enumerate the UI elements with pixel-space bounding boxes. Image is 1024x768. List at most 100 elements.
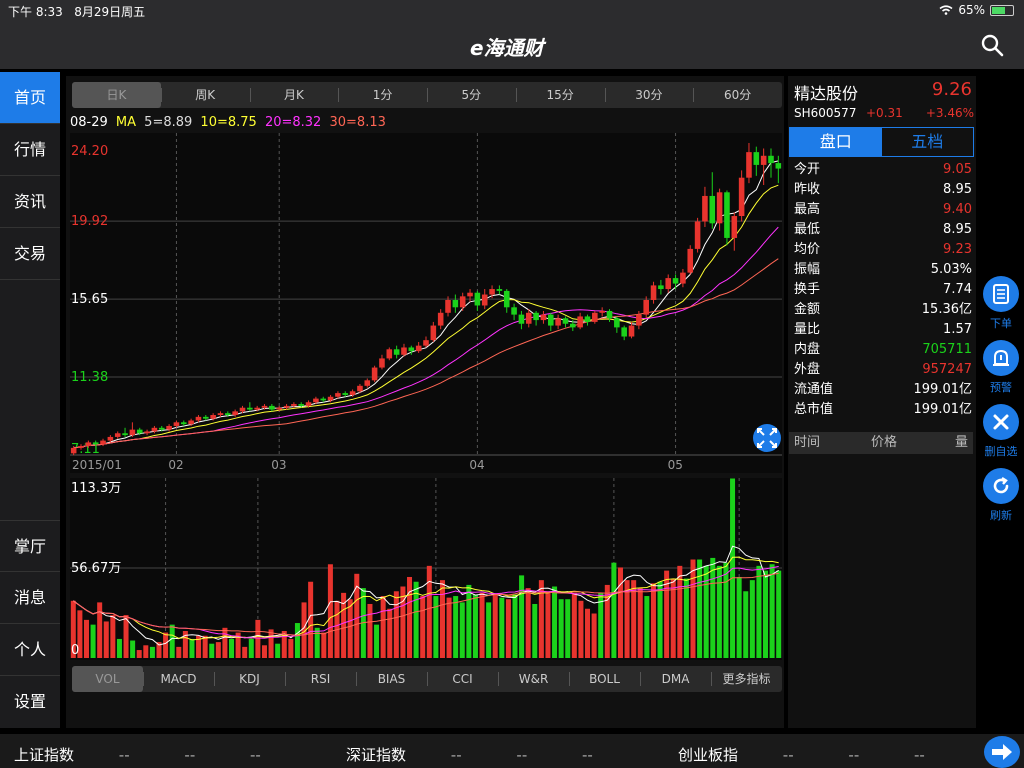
candle-body: [364, 380, 371, 386]
volume-bar: [169, 624, 175, 658]
quote-label: 最高: [794, 202, 821, 217]
quote-row: 振幅 5.03%: [794, 260, 972, 280]
ticker-sz[interactable]: 深证指数 -- -- --: [346, 744, 593, 765]
sidebar-item-trade[interactable]: 交易: [0, 228, 60, 280]
tab-week-k[interactable]: 周K: [160, 82, 250, 108]
tab-60min[interactable]: 60分: [693, 82, 782, 108]
tab-vol[interactable]: VOL: [72, 666, 143, 692]
candlestick-chart[interactable]: 2015/01020304050624.2019.9215.6511.387.1…: [70, 133, 782, 473]
status-time-text: 下午 8:33: [8, 5, 63, 19]
ma-legend: 08-29 MA 5=8.89 10=8.75 20=8.32 30=8.13: [70, 115, 390, 130]
y-tick-label: 15.65: [71, 292, 108, 307]
y-tick-label: 24.20: [71, 144, 108, 159]
quote-value: 705711: [922, 342, 972, 357]
quote-value: 9.40: [943, 202, 972, 217]
volume-bar: [202, 635, 208, 658]
vol-y-tick-label: 56.67万: [71, 561, 121, 576]
tab-month-k[interactable]: 月K: [249, 82, 339, 108]
candle-body: [393, 349, 400, 355]
candle-body: [151, 427, 158, 432]
volume-bar: [426, 565, 432, 658]
candle-body: [775, 163, 782, 169]
candle: [386, 347, 393, 361]
candle-body: [173, 422, 180, 426]
volume-bar: [756, 565, 762, 658]
tab-order-book[interactable]: 盘口: [790, 128, 882, 156]
ma20-value: 20=8.32: [264, 115, 322, 130]
tab-15min[interactable]: 15分: [515, 82, 605, 108]
sidebar-item-news[interactable]: 资讯: [0, 176, 60, 228]
candle-body: [269, 405, 275, 410]
ticker-cy[interactable]: 创业板指 -- -- --: [678, 744, 925, 765]
candle-body: [379, 358, 385, 368]
candle-body: [481, 294, 488, 306]
tab-30min[interactable]: 30分: [604, 82, 694, 108]
candle-body: [584, 316, 591, 322]
volume-bar: [683, 578, 689, 658]
tab-rsi[interactable]: RSI: [285, 666, 356, 692]
candle-body: [496, 289, 503, 291]
volume-bar: [255, 619, 261, 658]
ticker-sh[interactable]: 上证指数 -- -- --: [14, 744, 261, 765]
candle-body: [643, 300, 649, 315]
candle-body: [577, 316, 583, 328]
wifi-icon: [939, 5, 953, 15]
tab-1min[interactable]: 1分: [338, 82, 427, 108]
stock-code: SH600577: [794, 106, 857, 120]
sidebar-item-personal[interactable]: 个人: [0, 624, 60, 676]
sidebar-item-hall[interactable]: 掌厅: [0, 520, 60, 572]
volume-bar: [525, 588, 531, 658]
candle: [724, 190, 730, 246]
volume-bar: [558, 599, 564, 658]
tab-bias[interactable]: BIAS: [356, 666, 427, 692]
candle-body: [203, 416, 209, 419]
volume-bar: [380, 596, 386, 658]
volume-bar: [83, 619, 89, 658]
volume-bar: [288, 638, 294, 658]
quote-row: 昨收 8.95: [794, 180, 972, 200]
candle-body: [261, 405, 268, 408]
volume-bar: [446, 597, 452, 658]
tab-five-levels[interactable]: 五档: [882, 128, 974, 156]
tab-kdj[interactable]: KDJ: [214, 666, 285, 692]
volume-bar: [571, 592, 577, 658]
stock-change-pct: +3.46%: [925, 106, 974, 120]
candle-body: [614, 318, 620, 328]
candle-body: [210, 415, 216, 419]
ma-label: MA: [115, 115, 137, 130]
quote-value: 9.23: [943, 242, 972, 257]
search-icon[interactable]: [980, 33, 1004, 57]
candle-body: [694, 221, 701, 249]
volume-bar: [472, 594, 478, 658]
fullscreen-icon[interactable]: [753, 424, 781, 452]
ticker-value: --: [184, 746, 196, 764]
ticker-next-button[interactable]: [984, 736, 1020, 768]
volume-bar: [512, 594, 518, 658]
volume-chart[interactable]: 113.3万 56.67万 0: [70, 478, 782, 660]
tab-boll[interactable]: BOLL: [569, 666, 640, 692]
sidebar-item-messages[interactable]: 消息: [0, 572, 60, 624]
tab-5min[interactable]: 5分: [427, 82, 516, 108]
tab-wr[interactable]: W&R: [498, 666, 569, 692]
indicator-tabs: VOL MACD KDJ RSI BIAS CCI W&R BOLL DMA 更…: [72, 666, 782, 692]
tab-macd[interactable]: MACD: [143, 666, 214, 692]
tab-more-indicators[interactable]: 更多指标: [711, 666, 782, 692]
sidebar-item-market[interactable]: 行情: [0, 124, 60, 176]
order-button[interactable]: 下单: [978, 276, 1024, 340]
refresh-button[interactable]: 刷新: [978, 468, 1024, 532]
alert-button[interactable]: 预警: [978, 340, 1024, 404]
tab-day-k[interactable]: 日K: [72, 82, 161, 108]
sidebar-item-settings[interactable]: 设置: [0, 676, 60, 728]
tab-dma[interactable]: DMA: [640, 666, 711, 692]
col-price: 价格: [870, 435, 897, 450]
remove-watchlist-button[interactable]: 删自选: [978, 404, 1024, 468]
candle-body: [371, 367, 378, 381]
candle-body: [445, 300, 451, 313]
candle-body: [746, 152, 752, 178]
tab-cci[interactable]: CCI: [427, 666, 498, 692]
ticker-value: --: [250, 746, 261, 764]
candle-body: [349, 391, 356, 395]
volume-bar: [591, 613, 597, 658]
sidebar-item-home[interactable]: 首页: [0, 72, 60, 124]
action-buttons: 下单 预警 删自选 刷新: [978, 276, 1024, 532]
